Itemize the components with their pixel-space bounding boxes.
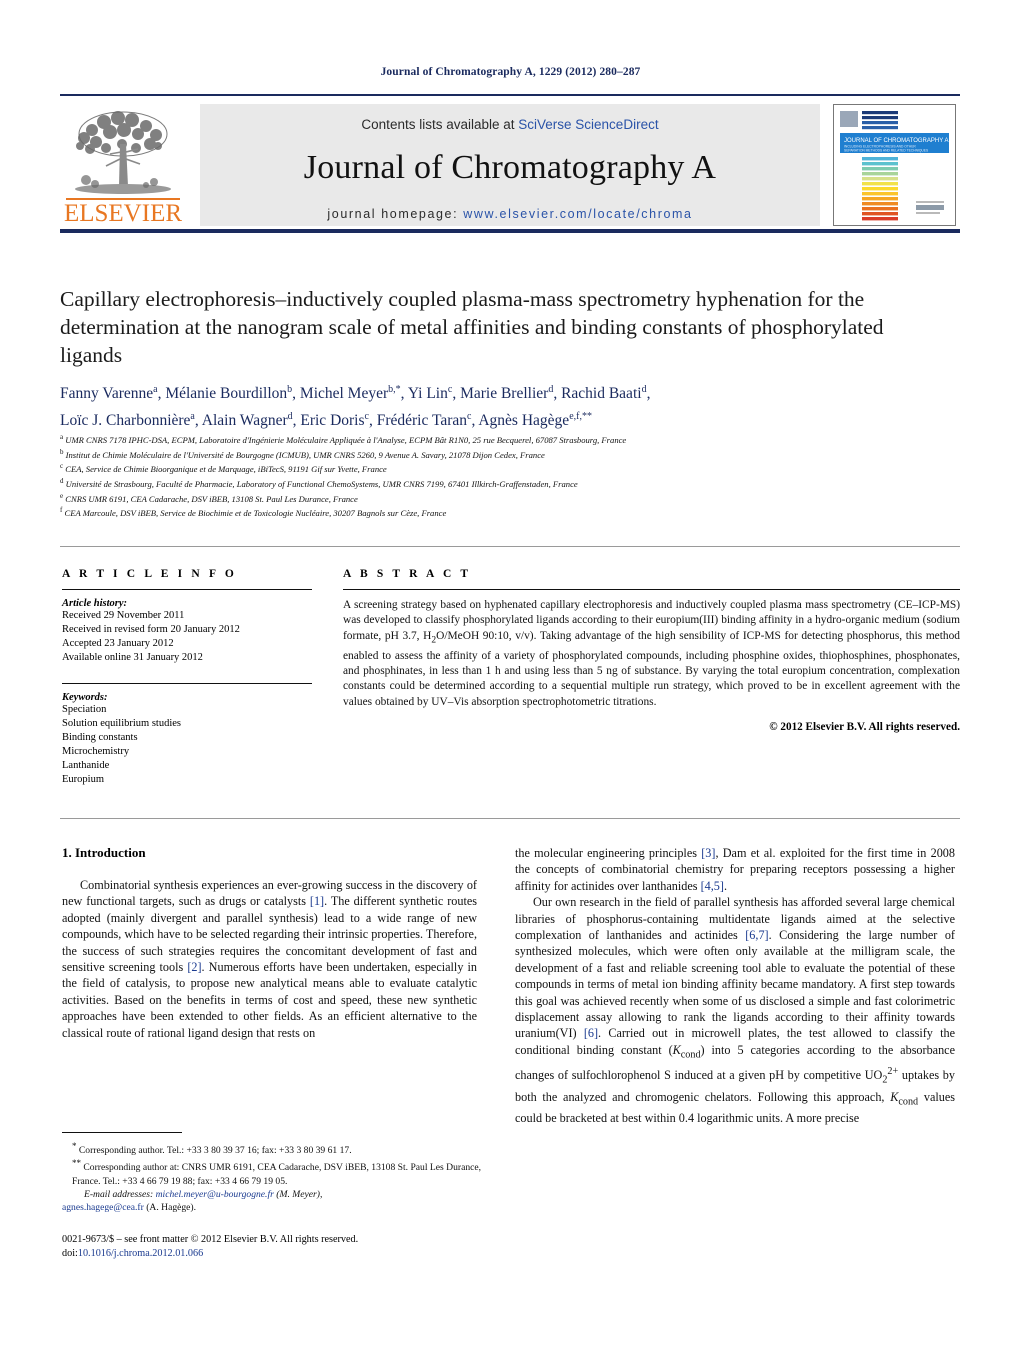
body-paragraph: the molecular engineering principles [3]… bbox=[515, 846, 955, 893]
page-title: Capillary electrophoresis–inductively co… bbox=[60, 287, 884, 367]
masthead-top-rule bbox=[60, 94, 960, 96]
abstract-text: A screening strategy based on hyphenated… bbox=[343, 599, 960, 708]
email-link-meyer[interactable]: michel.meyer@u-bourgogne.fr bbox=[156, 1189, 274, 1200]
footnote-rule bbox=[62, 1132, 182, 1133]
affiliation-item: e CNRS UMR 6191, CEA Cadarache, DSV iBEB… bbox=[60, 491, 358, 504]
doi-line: doi:10.1016/j.chroma.2012.01.066 bbox=[62, 1247, 492, 1261]
affiliation-item: f CEA Marcoule, DSV iBEB, Service de Bio… bbox=[60, 506, 447, 519]
running-head: Journal of Chromatography A, 1229 (2012)… bbox=[380, 66, 641, 78]
keywords-rule bbox=[62, 683, 312, 684]
keyword-item: Lanthanide bbox=[62, 760, 110, 771]
imprint-block: 0021-9673/$ – see front matter © 2012 El… bbox=[62, 1233, 492, 1261]
elsevier-wordmark: ELSEVIER bbox=[63, 200, 183, 227]
affiliation-item: b Institut de Chimie Moléculaire de l'Un… bbox=[60, 447, 545, 460]
abstract-column: A B S T R A C T A screening strategy bas… bbox=[343, 568, 960, 733]
keyword-item: Speciation bbox=[62, 704, 107, 715]
abstract-section-bottom-rule bbox=[60, 818, 960, 819]
homepage-label: journal homepage: bbox=[327, 207, 464, 221]
article-history-item: Received 29 November 2011 bbox=[62, 610, 185, 621]
email-addresses-label: E-mail addresses: bbox=[84, 1188, 154, 1200]
keyword-item: Solution equilibrium studies bbox=[62, 718, 182, 729]
elsevier-tree-icon bbox=[75, 111, 171, 194]
cover-artwork-icon: JOURNAL OF CHROMATOGRAPHY A INCLUDING EL… bbox=[834, 105, 955, 225]
keyword-item: Binding constants bbox=[62, 732, 138, 743]
author-list: Fanny Varennea, Mélanie Bourdillonb, Mic… bbox=[60, 378, 950, 432]
abstract-rule bbox=[343, 589, 960, 590]
keyword-item: Europium bbox=[62, 774, 104, 785]
email-link-hagege[interactable]: agnes.hagege@cea.fr bbox=[62, 1202, 144, 1213]
affiliation-list: a UMR CNRS 7178 IPHC-DSA, ECPM, Laborato… bbox=[60, 432, 950, 520]
affiliation-item: d Université de Strasbourg, Faculté de P… bbox=[60, 476, 578, 489]
masthead-bottom-rule bbox=[60, 229, 960, 233]
article-history-item: Available online 31 January 2012 bbox=[62, 652, 203, 663]
article-info-heading: A R T I C L E I N F O bbox=[62, 568, 237, 580]
email-addresses-line-2: agnes.hagege@cea.fr (A. Hagège). bbox=[62, 1201, 482, 1214]
body-column-right: the molecular engineering principles [3]… bbox=[515, 845, 955, 1127]
abstract-heading: A B S T R A C T bbox=[343, 568, 472, 580]
masthead-contents-box: Contents lists available at SciVerse Sci… bbox=[200, 104, 820, 226]
article-info-rule bbox=[62, 589, 312, 590]
email-owner-hagege: (A. Hagège). bbox=[146, 1202, 197, 1214]
homepage-url[interactable]: www.elsevier.com/locate/chroma bbox=[463, 207, 692, 221]
article-info-column: A R T I C L E I N F O Article history: R… bbox=[62, 568, 312, 787]
sciencedirect-link[interactable]: SciVerse ScienceDirect bbox=[518, 117, 658, 132]
doi-label: doi: bbox=[62, 1248, 78, 1259]
elsevier-logo: ELSEVIER bbox=[62, 104, 184, 226]
doi-link[interactable]: 10.1016/j.chroma.2012.01.066 bbox=[78, 1248, 203, 1259]
svg-text:JOURNAL OF CHROMATOGRAPHY A: JOURNAL OF CHROMATOGRAPHY A bbox=[844, 138, 948, 144]
keyword-item: Microchemistry bbox=[62, 746, 130, 757]
journal-cover-thumbnail: JOURNAL OF CHROMATOGRAPHY A INCLUDING EL… bbox=[833, 104, 956, 226]
svg-text:SEPARATION METHODS AND RELATED: SEPARATION METHODS AND RELATED TECHNIQUE… bbox=[844, 149, 929, 153]
journal-homepage-line: journal homepage: www.elsevier.com/locat… bbox=[200, 207, 820, 221]
contents-lists-prefix: Contents lists available at bbox=[361, 117, 519, 132]
email-owner-meyer: (M. Meyer), bbox=[276, 1188, 323, 1200]
author-line-2: Loïc J. Charbonnièrea, Alain Wagnerd, Er… bbox=[60, 411, 592, 430]
journal-title: Journal of Chromatography A bbox=[303, 149, 717, 186]
section-heading-introduction: 1. Introduction bbox=[62, 845, 146, 860]
body-paragraph: Combinatorial synthesis experiences an e… bbox=[62, 878, 477, 1040]
affiliation-item: a UMR CNRS 7178 IPHC-DSA, ECPM, Laborato… bbox=[60, 433, 627, 445]
contents-lists-line: Contents lists available at SciVerse Sci… bbox=[200, 117, 820, 132]
body-paragraph: Our own research in the field of paralle… bbox=[515, 895, 956, 1126]
issn-line: 0021-9673/$ – see front matter © 2012 El… bbox=[62, 1234, 359, 1245]
keywords-label: Keywords: bbox=[62, 692, 108, 703]
journal-article-page: Journal of Chromatography A, 1229 (2012)… bbox=[0, 0, 1021, 1351]
article-history-item: Accepted 23 January 2012 bbox=[62, 638, 174, 649]
affiliation-item: c CEA, Service de Chimie Bioorganique et… bbox=[60, 462, 387, 475]
abstract-section-top-rule bbox=[60, 546, 960, 547]
corresponding-author-note: * Corresponding author. Tel.: +33 3 80 3… bbox=[72, 1141, 352, 1157]
abstract-copyright: © 2012 Elsevier B.V. All rights reserved… bbox=[769, 721, 960, 734]
email-addresses-line: E-mail addresses: michel.meyer@u-bourgog… bbox=[62, 1188, 482, 1201]
footnote-block: * Corresponding author. Tel.: +33 3 80 3… bbox=[62, 1140, 482, 1214]
article-history-label: Article history: bbox=[62, 598, 128, 609]
article-history-item: Received in revised form 20 January 2012 bbox=[62, 624, 240, 635]
body-column-left: 1. Introduction Combinatorial synthesis … bbox=[62, 845, 477, 1041]
author-line-1: Fanny Varennea, Mélanie Bourdillonb, Mic… bbox=[60, 384, 651, 403]
corresponding-author-note: ** Corresponding author at: CNRS UMR 619… bbox=[72, 1158, 482, 1187]
